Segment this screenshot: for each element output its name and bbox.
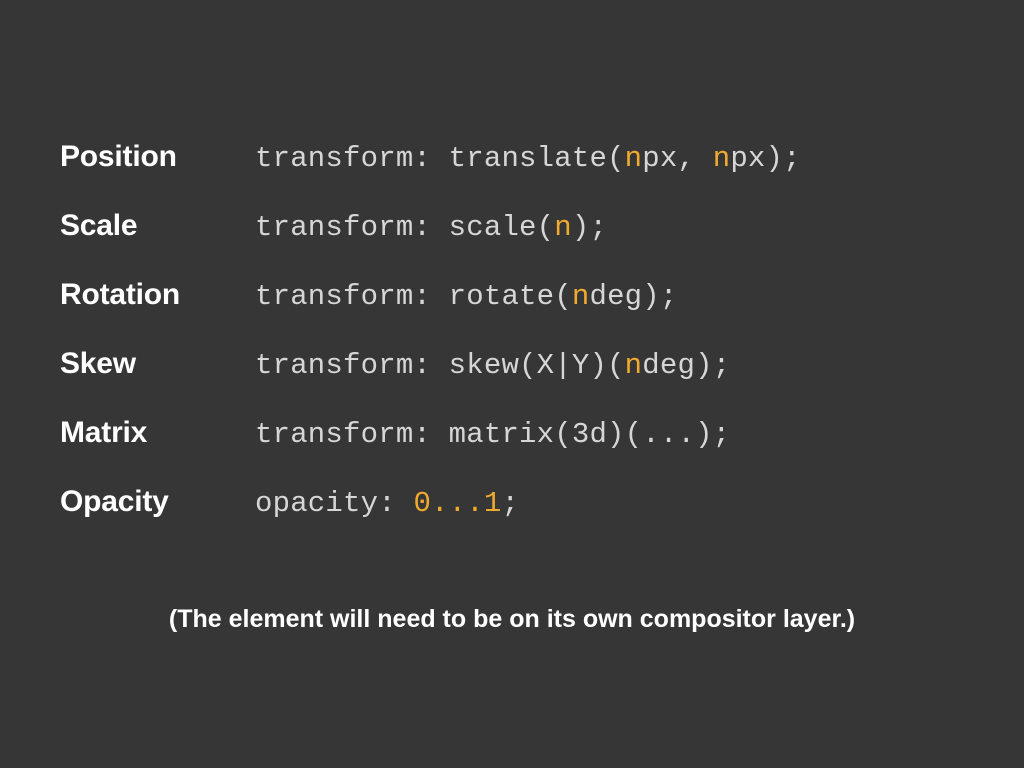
code-highlight: n [554,211,572,244]
code-segment: transform: translate( [255,142,625,175]
property-row: Matrixtransform: matrix(3d)(...); [60,416,1024,451]
code-segment: transform: scale( [255,211,554,244]
code-segment: deg); [642,349,730,382]
code-segment: ); [572,211,607,244]
property-label: Position [60,140,255,174]
property-code: opacity: 0...1; [255,487,519,520]
code-highlight: 0...1 [413,487,501,520]
property-label: Scale [60,209,255,243]
code-highlight: n [625,349,643,382]
property-code: transform: rotate(ndeg); [255,280,677,313]
code-highlight: n [713,142,731,175]
property-row: Opacityopacity: 0...1; [60,485,1024,520]
slide-container: Positiontransform: translate(npx, npx);S… [0,0,1024,768]
property-label: Matrix [60,416,255,450]
property-code: transform: scale(n); [255,211,607,244]
property-label: Rotation [60,278,255,312]
code-highlight: n [625,142,643,175]
property-label: Skew [60,347,255,381]
code-segment: px); [730,142,800,175]
code-segment: opacity: [255,487,413,520]
property-rows: Positiontransform: translate(npx, npx);S… [0,140,1024,520]
code-segment: px, [642,142,712,175]
code-segment: transform: rotate( [255,280,572,313]
property-row: Rotationtransform: rotate(ndeg); [60,278,1024,313]
footnote-text: (The element will need to be on its own … [0,605,1024,634]
code-segment: transform: skew(X|Y)( [255,349,625,382]
code-segment: ; [501,487,519,520]
code-segment: transform: matrix(3d)(...); [255,418,730,451]
property-code: transform: translate(npx, npx); [255,142,801,175]
code-highlight: n [572,280,590,313]
property-code: transform: matrix(3d)(...); [255,418,730,451]
property-row: Scaletransform: scale(n); [60,209,1024,244]
property-label: Opacity [60,485,255,519]
property-row: Skewtransform: skew(X|Y)(ndeg); [60,347,1024,382]
property-code: transform: skew(X|Y)(ndeg); [255,349,730,382]
property-row: Positiontransform: translate(npx, npx); [60,140,1024,175]
code-segment: deg); [589,280,677,313]
